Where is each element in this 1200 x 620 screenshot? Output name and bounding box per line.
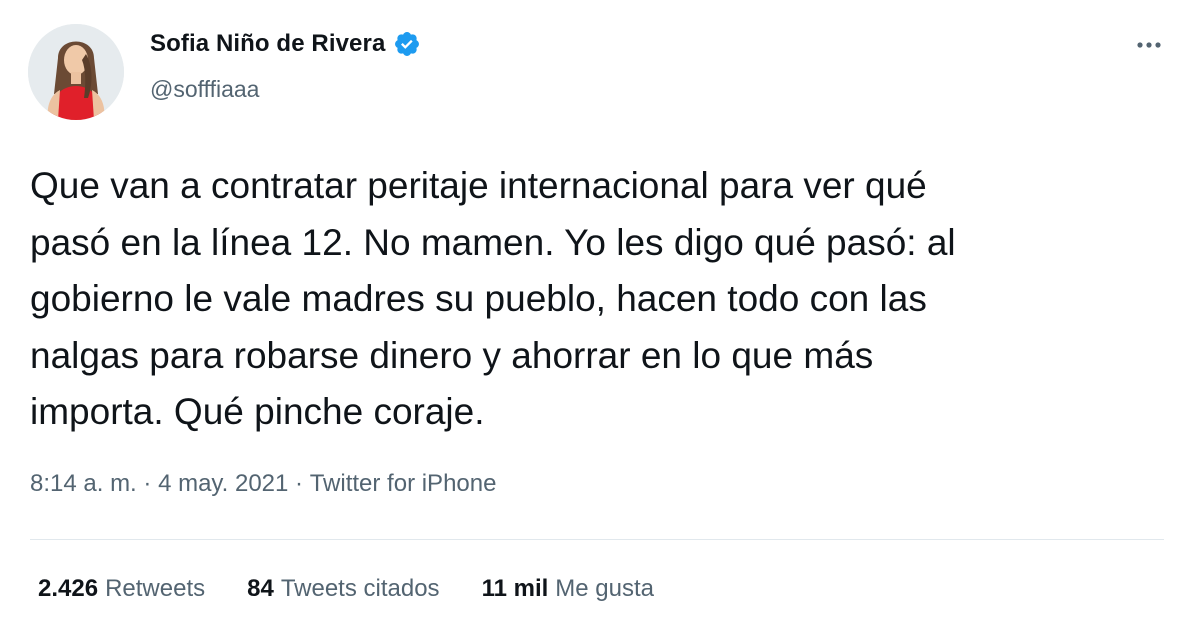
retweets-count: 2.426 <box>38 575 99 602</box>
avatar[interactable] <box>28 24 124 120</box>
retweets-stat[interactable]: 2.426 Retweets <box>38 575 205 603</box>
retweets-label: Retweets <box>105 575 206 602</box>
divider <box>30 539 1164 540</box>
quote-tweets-stat[interactable]: 84 Tweets citados <box>247 575 439 603</box>
tweet-time[interactable]: 8:14 a. m. <box>30 470 137 498</box>
tweet-text: Que van a contratar peritaje internacion… <box>30 165 956 432</box>
more-options-icon[interactable] <box>1136 36 1162 54</box>
profile-photo-icon <box>28 24 124 120</box>
quote-tweets-label: Tweets citados <box>280 575 440 602</box>
tweet-stats: 2.426 Retweets 84 Tweets citados 11 mil … <box>38 575 696 603</box>
quote-tweets-count: 84 <box>247 575 274 602</box>
tweet-source[interactable]: Twitter for iPhone <box>310 470 497 498</box>
display-name[interactable]: Sofia Niño de Rivera <box>150 30 385 58</box>
tweet-date[interactable]: 4 may. 2021 <box>158 470 288 498</box>
meta-separator: · <box>136 470 159 497</box>
meta-separator: · <box>288 470 310 497</box>
likes-label: Me gusta <box>555 575 654 602</box>
tweet-card: Sofia Niño de Rivera @sofffiaaa Que van … <box>0 0 1200 620</box>
verified-badge-icon <box>393 30 421 58</box>
likes-stat[interactable]: 11 mil Me gusta <box>482 575 654 603</box>
likes-count: 11 mil <box>481 575 549 602</box>
author-name-row: Sofia Niño de Rivera <box>150 30 421 58</box>
user-handle[interactable]: @sofffiaaa <box>150 76 259 103</box>
tweet-meta: 8:14 a. m. · 4 may. 2021 · Twitter for i… <box>30 470 496 498</box>
